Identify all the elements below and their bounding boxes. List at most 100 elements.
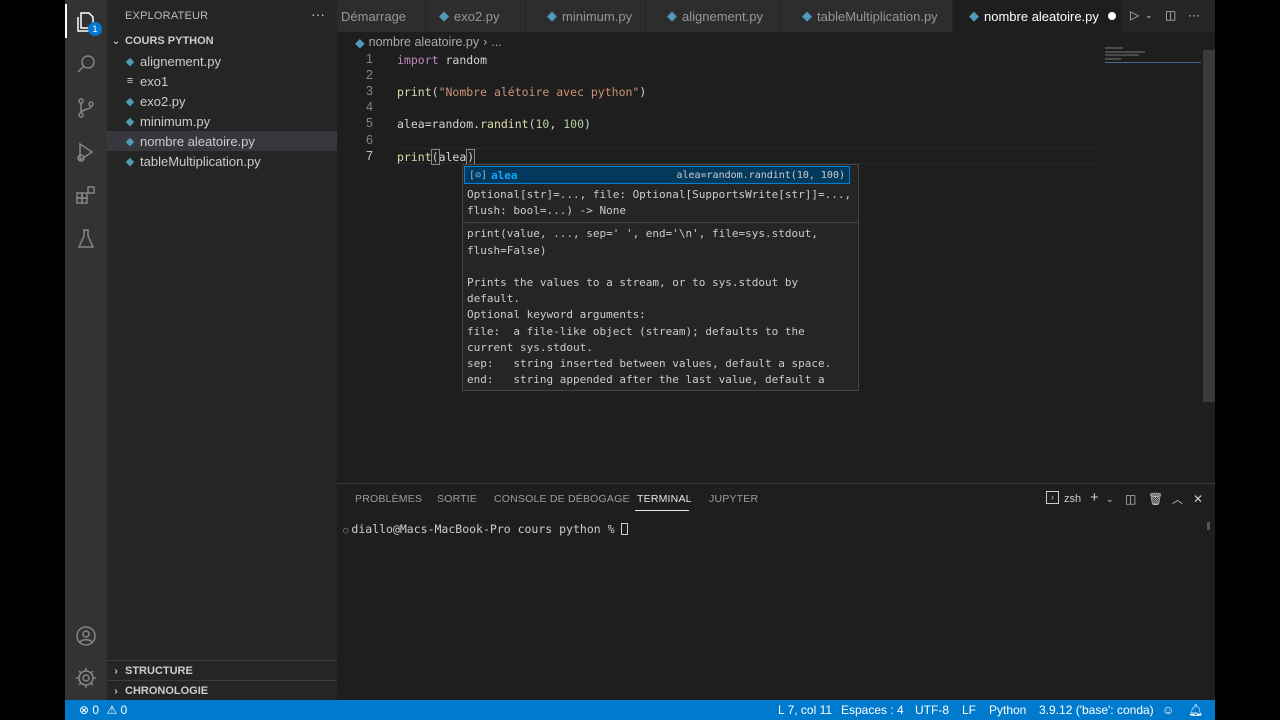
suggest-widget: [⊘] alea alea=random.randint(10, 100) Op…	[462, 164, 859, 391]
tab-nombre-aleatoire[interactable]: ◆ nombre aleatoire.py	[953, 0, 1122, 32]
variable-token: alea	[438, 150, 467, 164]
testing-icon[interactable]	[74, 227, 98, 251]
search-icon[interactable]	[74, 52, 98, 76]
language-mode[interactable]: Python	[989, 703, 1026, 717]
code-line-3[interactable]: print("Nombre alétoire avec python")	[397, 85, 646, 99]
more-actions-icon[interactable]: ···	[1188, 8, 1200, 22]
file-item-alignement[interactable]: ◆ alignement.py	[107, 51, 337, 71]
minimap[interactable]	[1105, 47, 1201, 67]
timeline-section-header[interactable]: › CHRONOLOGIE	[107, 681, 337, 701]
line-number: 2	[366, 68, 373, 82]
feedback-icon[interactable]: ☺	[1162, 703, 1174, 717]
active-indicator	[65, 4, 67, 38]
code-token: ,	[549, 117, 564, 131]
account-icon[interactable]	[74, 624, 98, 648]
code-line-5[interactable]: alea=random.randint(10, 100)	[397, 117, 591, 131]
python-file-icon: ◆	[667, 8, 677, 23]
tab-debug-console[interactable]: CONSOLE DE DÉBOGAGE	[494, 493, 630, 505]
tab-terminal[interactable]: TERMINAL	[637, 493, 692, 505]
file-label: minimum.py	[140, 113, 211, 129]
problems-indicator[interactable]: ⊗ 0 ⚠ 0	[79, 703, 127, 717]
line-number: 1	[366, 52, 373, 66]
suggestion-item[interactable]: [⊘] alea alea=random.randint(10, 100)	[464, 166, 850, 184]
tab-exo2[interactable]: ◆ exo2.py	[426, 0, 525, 32]
tab-label: nombre aleatoire.py	[984, 8, 1099, 24]
split-editor-icon[interactable]: ◫	[1165, 8, 1176, 22]
settings-gear-icon[interactable]	[74, 666, 98, 690]
folder-header-cours-python[interactable]: ⌄ COURS PYTHON	[107, 31, 337, 51]
run-debug-icon[interactable]	[74, 140, 98, 164]
explorer-badge: 1	[88, 22, 102, 36]
new-terminal-icon[interactable]: +	[1090, 489, 1099, 506]
paren-token: (	[528, 117, 536, 131]
tab-demarrage[interactable]: Démarrage	[337, 0, 425, 32]
cursor-position[interactable]: L 7, col 11	[778, 703, 832, 717]
number-token: 100	[563, 117, 584, 131]
chevron-down-icon: ⌄	[111, 35, 121, 47]
code-token: alea=random.	[397, 117, 481, 131]
tab-minimum[interactable]: ◆ minimum.py	[526, 0, 645, 32]
folder-label: COURS PYTHON	[125, 35, 214, 47]
code-line-1[interactable]: import random	[397, 53, 487, 67]
file-label: exo2.py	[140, 93, 186, 109]
source-control-icon[interactable]	[74, 96, 98, 120]
more-actions-icon[interactable]: ···	[311, 6, 325, 22]
file-item-minimum[interactable]: ◆ minimum.py	[107, 111, 337, 131]
run-menu-chevron-icon[interactable]: ⌄	[1145, 10, 1153, 21]
editor-tab-bar: Démarrage ◆ exo2.py ◆ minimum.py ◆ align…	[337, 0, 1215, 32]
breadcrumb-file[interactable]: nombre aleatoire.py	[369, 35, 479, 49]
chevron-right-icon: ›	[114, 685, 118, 697]
terminal-output[interactable]: ○ diallo@Macs-MacBook-Pro cours python %	[343, 522, 629, 536]
minimap-line	[1105, 57, 1121, 60]
tab-output[interactable]: SORTIE	[437, 493, 477, 505]
notifications-bell-icon[interactable]: 🔔︎	[1188, 703, 1203, 717]
eol-setting[interactable]: LF	[962, 703, 976, 717]
file-item-exo2[interactable]: ◆ exo2.py	[107, 91, 337, 111]
unsaved-dot-icon[interactable]	[1107, 12, 1116, 20]
shell-name[interactable]: zsh	[1064, 493, 1081, 505]
maximize-panel-icon[interactable]: ︿	[1172, 491, 1183, 507]
minimap-line	[1105, 47, 1123, 49]
explorer-icon[interactable]: 1	[74, 10, 102, 36]
paren-token: )	[466, 149, 476, 165]
documentation-text: print(value, ..., sep=' ', end='\n', fil…	[467, 227, 832, 390]
split-terminal-icon[interactable]: ◫	[1125, 492, 1136, 506]
structure-section-header[interactable]: › STRUCTURE	[107, 661, 337, 681]
python-file-icon: ◆	[125, 55, 135, 68]
python-interpreter[interactable]: 3.9.12 ('base': conda)	[1039, 703, 1154, 717]
divider	[463, 222, 858, 224]
file-label: nombre aleatoire.py	[140, 133, 255, 149]
file-item-tablemultiplication[interactable]: ◆ tableMultiplication.py	[107, 151, 337, 171]
sidebar-title: EXPLORATEUR	[125, 10, 209, 22]
terminal-scrollbar[interactable]	[1207, 522, 1210, 530]
tab-jupyter[interactable]: JUPYTER	[709, 493, 758, 505]
text-file-icon: ≡	[126, 75, 134, 87]
terminal-prompt: diallo@Macs-MacBook-Pro cours python %	[351, 522, 622, 536]
tab-problems[interactable]: PROBLÈMES	[355, 493, 422, 505]
code-line-7[interactable]: print(alea)	[397, 149, 476, 165]
tab-label: Démarrage	[341, 8, 407, 24]
file-item-nombre-aleatoire[interactable]: ◆ nombre aleatoire.py	[107, 131, 337, 151]
breadcrumb-separator: ›	[483, 35, 488, 49]
line-number: 5	[366, 116, 373, 130]
breadcrumb-symbols[interactable]: ...	[491, 35, 501, 49]
python-file-icon: ◆	[125, 155, 135, 168]
section-label: CHRONOLOGIE	[125, 685, 209, 697]
indentation-setting[interactable]: Espaces : 4	[841, 703, 904, 717]
python-file-icon: ◆	[802, 8, 812, 23]
file-item-exo1[interactable]: ≡ exo1	[107, 71, 337, 91]
tab-alignement[interactable]: ◆ alignement.py	[646, 0, 779, 32]
editor-scrollbar[interactable]	[1203, 50, 1215, 402]
tab-tablemultiplication[interactable]: ◆ tableMultiplication.py	[780, 0, 952, 32]
close-panel-icon[interactable]: ✕	[1193, 492, 1203, 506]
vscode-window: 1 EXPLORATEUR ··· ⌄ COURS PYTHON ◆ align…	[65, 0, 1215, 720]
terminal-icon[interactable]: ›	[1046, 491, 1059, 504]
current-line-highlight	[395, 148, 1098, 164]
run-file-icon[interactable]: ▷	[1130, 8, 1139, 22]
extensions-icon[interactable]	[74, 183, 98, 207]
encoding-setting[interactable]: UTF-8	[915, 703, 949, 717]
python-file-icon: ◆	[125, 135, 135, 148]
trash-icon[interactable]: 🗑︎	[1148, 492, 1163, 506]
python-file-icon: ◆	[439, 8, 449, 23]
terminal-menu-chevron-icon[interactable]: ⌄	[1106, 494, 1114, 505]
